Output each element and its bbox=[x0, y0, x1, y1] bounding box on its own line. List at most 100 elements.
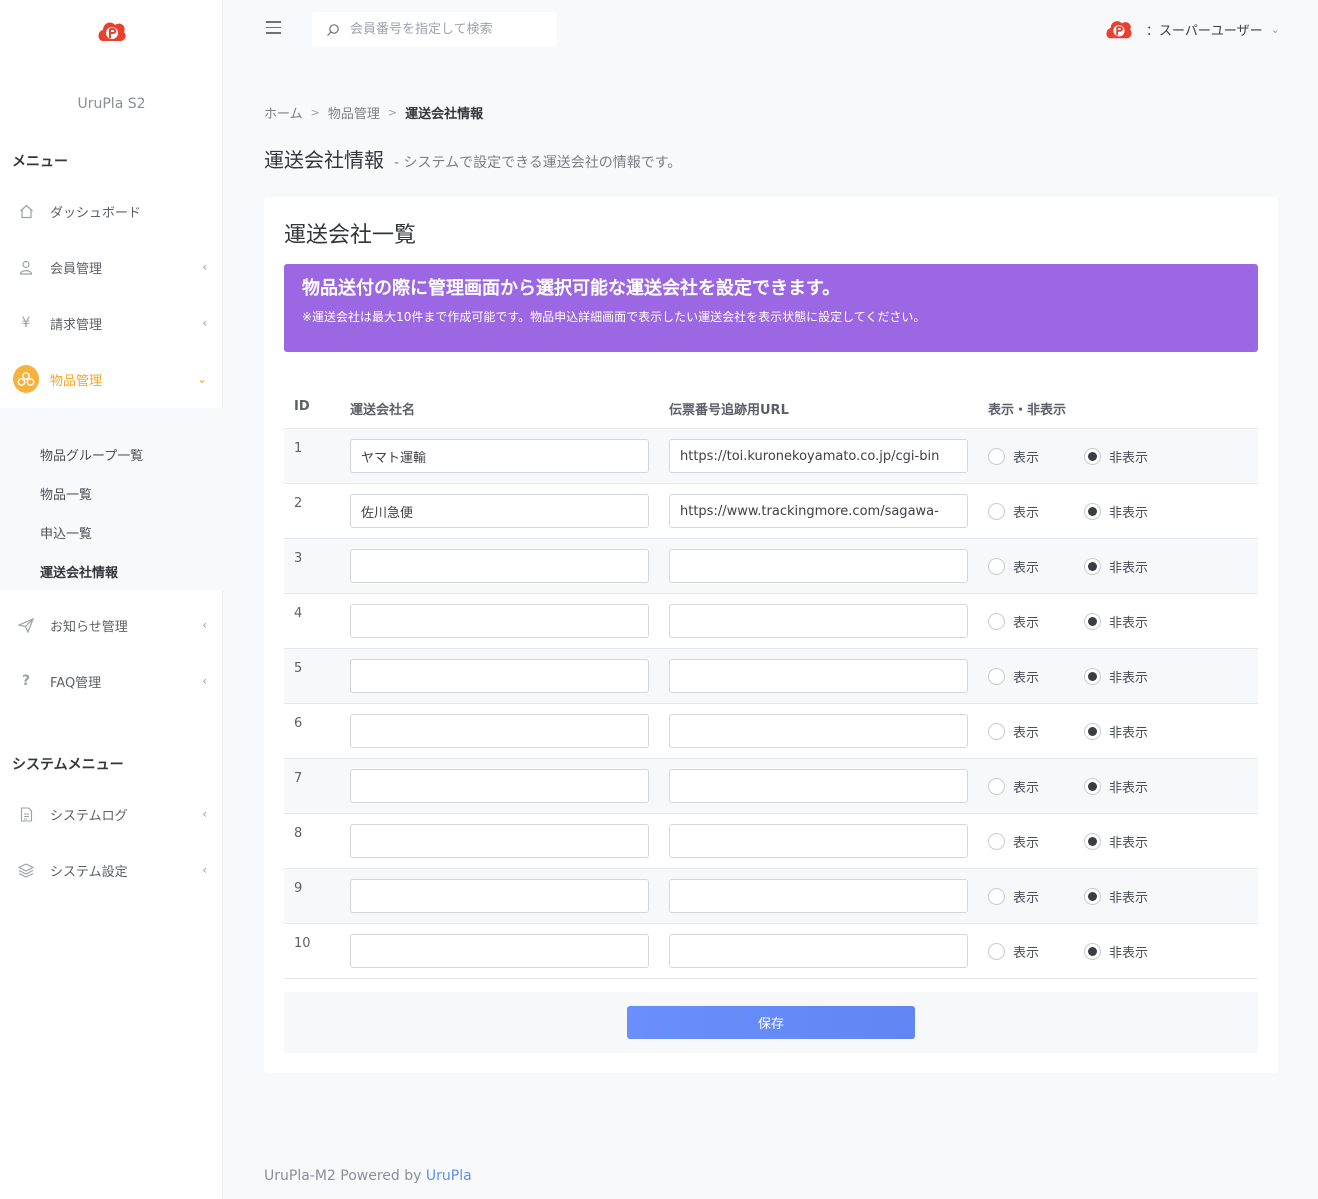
radio-label: 表示 bbox=[1013, 726, 1040, 741]
carrier-name-input[interactable] bbox=[350, 934, 649, 968]
breadcrumb-goods[interactable]: 物品管理 bbox=[328, 103, 380, 122]
sidebar-item-system-settings[interactable]: システム設定 ‹ bbox=[0, 848, 223, 892]
tracking-url-input[interactable] bbox=[669, 714, 968, 748]
table-row: 2 表示 非表示 bbox=[284, 484, 1258, 539]
row-id: 1 bbox=[294, 441, 303, 456]
sidebar-item-label: 会員管理 bbox=[50, 261, 103, 277]
chevron-left-icon: ‹ bbox=[202, 674, 207, 688]
row-id: 4 bbox=[294, 606, 303, 621]
chevron-down-icon: ⌄ bbox=[196, 372, 207, 386]
sidebar-item-label: 物品管理 bbox=[50, 373, 103, 389]
user-menu[interactable]: ：スーパーユーザー ⌄ bbox=[1104, 15, 1280, 43]
radio-icon bbox=[1084, 833, 1101, 850]
carrier-name-input[interactable] bbox=[350, 824, 649, 858]
visibility-hide-radio[interactable]: 非表示 bbox=[1084, 447, 1148, 466]
radio-icon bbox=[1084, 778, 1101, 795]
visibility-show-radio[interactable]: 表示 bbox=[988, 612, 1039, 631]
row-id: 7 bbox=[294, 771, 303, 786]
radio-icon bbox=[1084, 943, 1101, 960]
carrier-name-input[interactable] bbox=[350, 879, 649, 913]
sidebar: UruPla S2 メニュー ダッシュボード 会員管理 ‹ ¥ 請求管理 ‹ 物… bbox=[0, 0, 223, 1199]
sidebar-item-billing[interactable]: ¥ 請求管理 ‹ bbox=[0, 301, 223, 345]
carrier-name-input[interactable] bbox=[350, 494, 649, 528]
user-name: ：スーパーユーザー bbox=[1146, 23, 1263, 39]
visibility-show-radio[interactable]: 表示 bbox=[988, 942, 1039, 961]
submenu-item-carriers[interactable]: 運送会社情報 bbox=[40, 562, 118, 581]
search-input[interactable] bbox=[350, 22, 550, 37]
radio-icon bbox=[988, 668, 1005, 685]
tracking-url-input[interactable] bbox=[669, 769, 968, 803]
submenu-item-applications[interactable]: 申込一覧 bbox=[40, 523, 92, 542]
carrier-name-input[interactable] bbox=[350, 604, 649, 638]
visibility-show-radio[interactable]: 表示 bbox=[988, 777, 1039, 796]
question-icon: ? bbox=[21, 673, 31, 689]
radio-label: 表示 bbox=[1013, 506, 1040, 521]
visibility-show-radio[interactable]: 表示 bbox=[988, 832, 1039, 851]
carrier-name-input[interactable] bbox=[350, 549, 649, 583]
visibility-hide-radio[interactable]: 非表示 bbox=[1084, 502, 1148, 521]
visibility-show-radio[interactable]: 表示 bbox=[988, 502, 1039, 521]
radio-label: 非表示 bbox=[1109, 671, 1149, 686]
tracking-url-input[interactable] bbox=[669, 824, 968, 858]
visibility-hide-radio[interactable]: 非表示 bbox=[1084, 942, 1148, 961]
radio-icon bbox=[988, 613, 1005, 630]
visibility-show-radio[interactable]: 表示 bbox=[988, 667, 1039, 686]
breadcrumb-current: 運送会社情報 bbox=[405, 107, 484, 122]
tracking-url-input[interactable] bbox=[669, 604, 968, 638]
visibility-hide-radio[interactable]: 非表示 bbox=[1084, 722, 1148, 741]
visibility-hide-radio[interactable]: 非表示 bbox=[1084, 612, 1148, 631]
save-button[interactable]: 保存 bbox=[627, 1006, 915, 1039]
visibility-hide-radio[interactable]: 非表示 bbox=[1084, 557, 1148, 576]
send-icon bbox=[13, 617, 39, 633]
menu-toggle-icon[interactable] bbox=[266, 21, 281, 35]
tracking-url-input[interactable] bbox=[669, 494, 968, 528]
visibility-hide-radio[interactable]: 非表示 bbox=[1084, 887, 1148, 906]
breadcrumb: ホーム > 物品管理 > 運送会社情報 bbox=[264, 103, 483, 122]
tracking-url-input[interactable] bbox=[669, 879, 968, 913]
carrier-name-input[interactable] bbox=[350, 439, 649, 473]
app-logo-icon[interactable] bbox=[96, 17, 128, 45]
sidebar-item-faq[interactable]: ? FAQ管理 ‹ bbox=[0, 659, 223, 703]
radio-label: 非表示 bbox=[1109, 726, 1149, 741]
sidebar-item-label: システムログ bbox=[50, 808, 128, 824]
visibility-hide-radio[interactable]: 非表示 bbox=[1084, 667, 1148, 686]
radio-label: 表示 bbox=[1013, 561, 1040, 576]
visibility-show-radio[interactable]: 表示 bbox=[988, 887, 1039, 906]
visibility-hide-radio[interactable]: 非表示 bbox=[1084, 832, 1148, 851]
submenu-item-goods-groups[interactable]: 物品グループ一覧 bbox=[40, 445, 143, 464]
radio-icon bbox=[1084, 448, 1101, 465]
search-box bbox=[312, 12, 557, 47]
submenu-item-goods-list[interactable]: 物品一覧 bbox=[40, 484, 92, 503]
visibility-show-radio[interactable]: 表示 bbox=[988, 557, 1039, 576]
sidebar-item-goods[interactable]: 物品管理 ⌄ bbox=[0, 357, 223, 401]
sidebar-item-notices[interactable]: お知らせ管理 ‹ bbox=[0, 603, 223, 647]
carrier-name-input[interactable] bbox=[350, 714, 649, 748]
row-id: 5 bbox=[294, 661, 303, 676]
visibility-show-radio[interactable]: 表示 bbox=[988, 447, 1039, 466]
sidebar-item-system-log[interactable]: システムログ ‹ bbox=[0, 792, 223, 836]
radio-icon bbox=[1084, 558, 1101, 575]
sidebar-item-members[interactable]: 会員管理 ‹ bbox=[0, 245, 223, 289]
radio-label: 非表示 bbox=[1109, 781, 1149, 796]
row-id: 10 bbox=[294, 936, 311, 951]
visibility-hide-radio[interactable]: 非表示 bbox=[1084, 777, 1148, 796]
user-avatar-icon bbox=[1106, 21, 1132, 39]
table-row: 5 表示 非表示 bbox=[284, 649, 1258, 704]
column-header-name: 運送会社名 bbox=[350, 403, 416, 418]
page-footer: UruPla-M2 Powered by UruPla bbox=[264, 1168, 472, 1184]
tracking-url-input[interactable] bbox=[669, 659, 968, 693]
carrier-name-input[interactable] bbox=[350, 659, 649, 693]
visibility-show-radio[interactable]: 表示 bbox=[988, 722, 1039, 741]
carrier-name-input[interactable] bbox=[350, 769, 649, 803]
sidebar-item-dashboard[interactable]: ダッシュボード bbox=[0, 189, 223, 233]
radio-label: 非表示 bbox=[1109, 451, 1149, 466]
breadcrumb-home[interactable]: ホーム bbox=[264, 103, 303, 122]
footer-link[interactable]: UruPla bbox=[426, 1168, 472, 1184]
tracking-url-input[interactable] bbox=[669, 439, 968, 473]
tracking-url-input[interactable] bbox=[669, 934, 968, 968]
radio-icon bbox=[988, 943, 1005, 960]
tracking-url-input[interactable] bbox=[669, 549, 968, 583]
home-icon bbox=[13, 204, 39, 219]
footer-text: UruPla-M2 Powered by bbox=[264, 1168, 426, 1184]
radio-label: 表示 bbox=[1013, 671, 1040, 686]
